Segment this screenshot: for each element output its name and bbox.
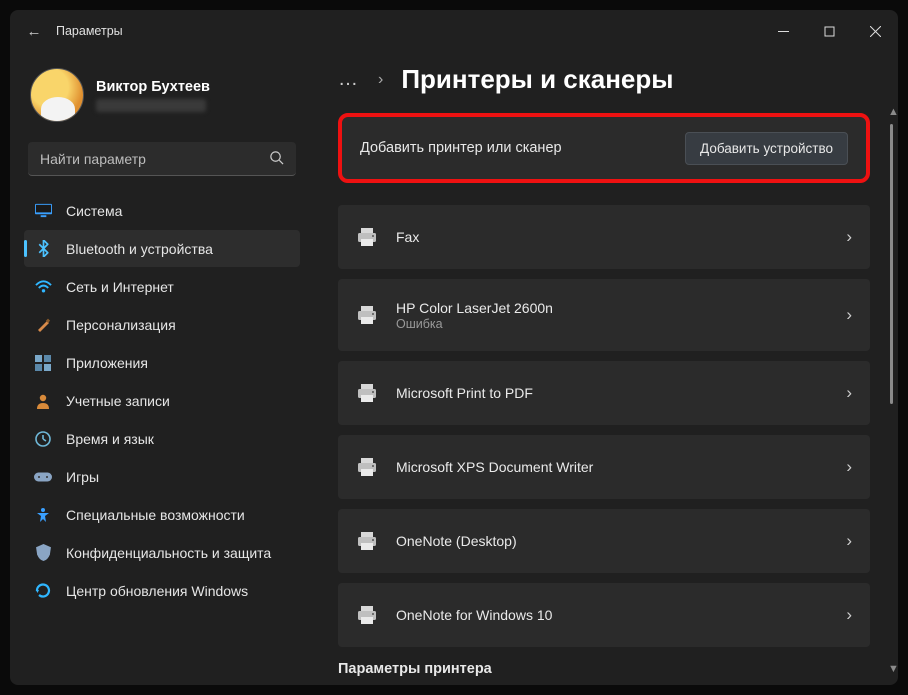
sidebar-item-label: Игры <box>66 469 99 485</box>
gamepad-icon <box>34 468 52 486</box>
printer-icon <box>356 606 378 624</box>
printer-name: Microsoft Print to PDF <box>396 385 533 401</box>
profile-email <box>96 99 206 112</box>
sidebar-item-3[interactable]: Персонализация <box>24 306 300 343</box>
add-printer-label: Добавить принтер или сканер <box>360 140 562 156</box>
sidebar-item-label: Время и язык <box>66 431 154 447</box>
sidebar-item-6[interactable]: Время и язык <box>24 420 300 457</box>
chevron-right-icon: › <box>846 383 852 403</box>
monitor-icon <box>34 202 52 220</box>
content-area: … › Принтеры и сканеры Добавить принтер … <box>310 52 898 685</box>
printer-name: Fax <box>396 229 419 245</box>
printer-name: Microsoft XPS Document Writer <box>396 459 593 475</box>
update-icon <box>34 582 52 600</box>
printer-name: HP Color LaserJet 2600n <box>396 300 553 316</box>
printer-item[interactable]: Microsoft XPS Document Writer › <box>338 435 870 499</box>
sidebar-item-5[interactable]: Учетные записи <box>24 382 300 419</box>
brush-icon <box>34 316 52 334</box>
search-icon <box>269 150 284 168</box>
sidebar-item-label: Приложения <box>66 355 148 371</box>
printer-settings-header: Параметры принтера <box>338 661 870 677</box>
printer-item[interactable]: OneNote (Desktop) › <box>338 509 870 573</box>
sidebar-item-8[interactable]: Специальные возможности <box>24 496 300 533</box>
printer-icon <box>356 228 378 246</box>
sidebar-item-9[interactable]: Конфиденциальность и защита <box>24 534 300 571</box>
back-button[interactable]: ← <box>18 23 50 40</box>
printer-icon <box>356 532 378 550</box>
sidebar: Виктор Бухтеев Система Bluetooth и устрой… <box>10 52 310 685</box>
sidebar-item-label: Учетные записи <box>66 393 170 409</box>
search-input[interactable] <box>40 151 269 167</box>
scroll-up-icon[interactable]: ▲ <box>888 106 898 118</box>
minimize-button[interactable] <box>760 10 806 52</box>
window-title: Параметры <box>56 24 123 38</box>
scrollbar[interactable]: ▲ ▼ <box>890 104 896 677</box>
shield-icon <box>34 544 52 562</box>
sidebar-item-10[interactable]: Центр обновления Windows <box>24 572 300 609</box>
titlebar: ← Параметры <box>10 10 898 52</box>
chevron-right-icon: › <box>378 71 383 89</box>
chevron-right-icon: › <box>846 227 852 247</box>
sidebar-item-0[interactable]: Система <box>24 192 300 229</box>
chevron-right-icon: › <box>846 457 852 477</box>
printer-icon <box>356 458 378 476</box>
printer-icon <box>356 384 378 402</box>
bluetooth-icon <box>34 240 52 258</box>
printer-item[interactable]: Fax › <box>338 205 870 269</box>
printer-name: OneNote (Desktop) <box>396 533 517 549</box>
nav-list: Система Bluetooth и устройства Сеть и Инте… <box>24 192 300 609</box>
add-device-button[interactable]: Добавить устройство <box>685 132 848 165</box>
accessibility-icon <box>34 506 52 524</box>
printer-icon <box>356 306 378 324</box>
search-box[interactable] <box>28 142 296 176</box>
wifi-icon <box>34 278 52 296</box>
sidebar-item-label: Персонализация <box>66 317 176 333</box>
profile-block[interactable]: Виктор Бухтеев <box>24 62 300 136</box>
chevron-right-icon: › <box>846 605 852 625</box>
printer-name: OneNote for Windows 10 <box>396 607 552 623</box>
maximize-button[interactable] <box>806 10 852 52</box>
close-button[interactable] <box>852 10 898 52</box>
breadcrumb-more-icon[interactable]: … <box>338 68 360 91</box>
sidebar-item-label: Специальные возможности <box>66 507 245 523</box>
printer-status: Ошибка <box>396 317 553 331</box>
breadcrumb: … › Принтеры и сканеры <box>338 64 870 95</box>
person-icon <box>34 392 52 410</box>
avatar <box>30 68 84 122</box>
clock-icon <box>34 430 52 448</box>
sidebar-item-4[interactable]: Приложения <box>24 344 300 381</box>
scroll-down-icon[interactable]: ▼ <box>888 663 898 675</box>
window-controls <box>760 10 898 52</box>
sidebar-item-label: Конфиденциальность и защита <box>66 545 271 561</box>
sidebar-item-7[interactable]: Игры <box>24 458 300 495</box>
profile-name: Виктор Бухтеев <box>96 79 210 95</box>
chevron-right-icon: › <box>846 305 852 325</box>
sidebar-item-label: Центр обновления Windows <box>66 583 248 599</box>
settings-window: ← Параметры Виктор Бухтеев <box>10 10 898 685</box>
sidebar-item-2[interactable]: Сеть и Интернет <box>24 268 300 305</box>
chevron-right-icon: › <box>846 531 852 551</box>
printer-item[interactable]: HP Color LaserJet 2600nОшибка › <box>338 279 870 351</box>
sidebar-item-1[interactable]: Bluetooth и устройства <box>24 230 300 267</box>
scrollbar-thumb[interactable] <box>890 124 893 404</box>
add-printer-card: Добавить принтер или сканер Добавить уст… <box>338 113 870 183</box>
sidebar-item-label: Bluetooth и устройства <box>66 241 213 257</box>
apps-icon <box>34 354 52 372</box>
sidebar-item-label: Сеть и Интернет <box>66 279 174 295</box>
sidebar-item-label: Система <box>66 203 122 219</box>
page-title: Принтеры и сканеры <box>401 64 673 95</box>
printer-item[interactable]: Microsoft Print to PDF › <box>338 361 870 425</box>
printer-item[interactable]: OneNote for Windows 10 › <box>338 583 870 647</box>
